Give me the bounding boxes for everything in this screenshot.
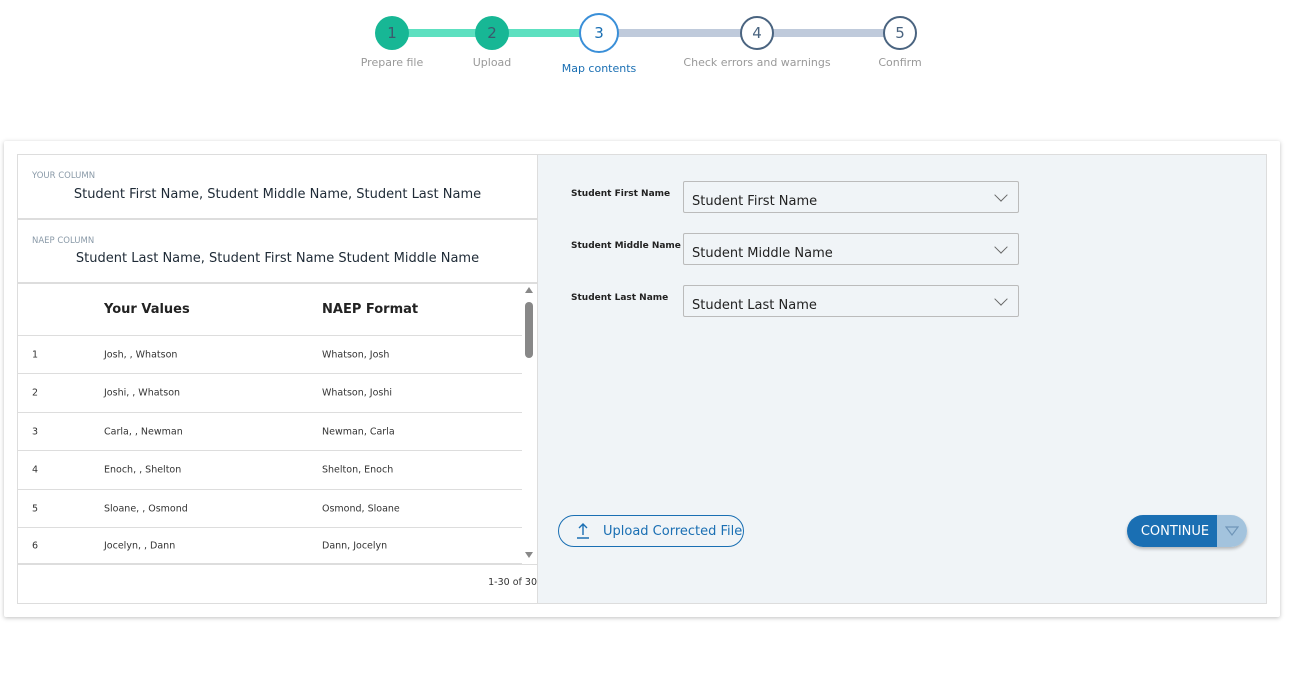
step-2-circle: 2: [475, 16, 509, 50]
pagination-text: 1-30 of 30: [488, 577, 537, 588]
table-row: 4 Enoch, , Shelton Shelton, Enoch: [18, 451, 522, 490]
table-row: 2 Joshi, , Whatson Whatson, Joshi: [18, 374, 522, 413]
row-number: 6: [32, 540, 39, 551]
chevron-down-icon: [994, 292, 1008, 306]
mapping-panel: Student First Name Student First Name St…: [538, 154, 1267, 604]
scroll-down-arrow-icon[interactable]: [525, 552, 533, 558]
upload-corrected-file-button[interactable]: Upload Corrected File: [558, 515, 744, 547]
naep-format-cell: Osmond, Sloane: [322, 503, 400, 514]
footer-divider: [18, 564, 537, 565]
continue-button[interactable]: CONTINUE: [1127, 515, 1217, 547]
your-value-cell: Carla, , Newman: [104, 426, 183, 437]
first-name-select[interactable]: Student First Name: [683, 181, 1019, 213]
continue-dropdown-button[interactable]: [1217, 515, 1247, 547]
your-column-box: YOUR COLUMN Student First Name, Student …: [18, 155, 537, 220]
naep-format-cell: Whatson, Josh: [322, 349, 390, 360]
naep-column-label: NAEP COLUMN: [32, 236, 95, 246]
triangle-down-icon: [1225, 526, 1239, 536]
step-1-label: Prepare file: [360, 56, 424, 69]
chevron-down-icon: [994, 240, 1008, 254]
middle-name-select-value: Student Middle Name: [692, 246, 833, 261]
first-name-select-value: Student First Name: [692, 194, 818, 209]
continue-split-button: CONTINUE: [1127, 515, 1247, 547]
last-name-select-value: Student Last Name: [692, 298, 817, 313]
table-row: 5 Sloane, , Osmond Osmond, Sloane: [18, 490, 522, 528]
row-number: 2: [32, 387, 39, 399]
scroll-up-arrow-icon[interactable]: [525, 287, 533, 293]
step-4-circle: 4: [740, 16, 774, 50]
your-value-cell: Jocelyn, , Dann: [104, 540, 176, 551]
naep-format-cell: Newman, Carla: [322, 426, 395, 437]
step-3-label: Map contents: [561, 62, 637, 75]
step-4-label: Check errors and warnings: [683, 56, 831, 69]
your-value-cell: Joshi, , Whatson: [104, 387, 181, 399]
step-5-circle: 5: [883, 16, 917, 50]
your-value-cell: Enoch, , Shelton: [104, 464, 182, 476]
chevron-down-icon: [994, 188, 1008, 202]
row-number: 5: [32, 503, 39, 514]
your-value-cell: Josh, , Whatson: [104, 349, 178, 360]
header-your-values: Your Values: [104, 302, 190, 317]
table-row: 1 Josh, , Whatson Whatson, Josh: [18, 336, 522, 374]
naep-column-box: NAEP COLUMN Student Last Name, Student F…: [18, 220, 537, 284]
field-label-middle-name: Student Middle Name: [571, 241, 681, 251]
middle-name-select[interactable]: Student Middle Name: [683, 233, 1019, 265]
step-2-label: Upload: [472, 56, 512, 69]
row-number: 1: [32, 349, 39, 360]
your-value-cell: Sloane, , Osmond: [104, 503, 188, 514]
step-1-circle: 1: [375, 16, 409, 50]
naep-format-cell: Whatson, Joshi: [322, 387, 393, 399]
your-column-value: Student First Name, Student Middle Name,…: [73, 187, 482, 202]
row-number: 3: [32, 426, 39, 437]
naep-format-cell: Shelton, Enoch: [322, 464, 394, 476]
naep-format-cell: Dann, Jocelyn: [322, 540, 388, 551]
naep-column-value: Student Last Name, Student First Name St…: [75, 251, 480, 266]
header-naep-format: NAEP Format: [322, 302, 419, 317]
table-row: 6 Jocelyn, , Dann Dann, Jocelyn: [18, 528, 522, 564]
last-name-select[interactable]: Student Last Name: [683, 285, 1019, 317]
field-label-last-name: Student Last Name: [571, 293, 669, 303]
upload-button-label: Upload Corrected File: [603, 523, 743, 539]
upload-icon: [577, 523, 589, 539]
row-number: 4: [32, 464, 39, 476]
table-row: 3 Carla, , Newman Newman, Carla: [18, 413, 522, 451]
preview-panel: YOUR COLUMN Student First Name, Student …: [17, 154, 538, 604]
your-column-label: YOUR COLUMN: [32, 171, 96, 181]
step-5-label: Confirm: [878, 56, 922, 69]
step-3-circle: 3: [579, 13, 619, 53]
field-label-first-name: Student First Name: [571, 189, 671, 199]
scrollbar-thumb[interactable]: [525, 302, 533, 358]
